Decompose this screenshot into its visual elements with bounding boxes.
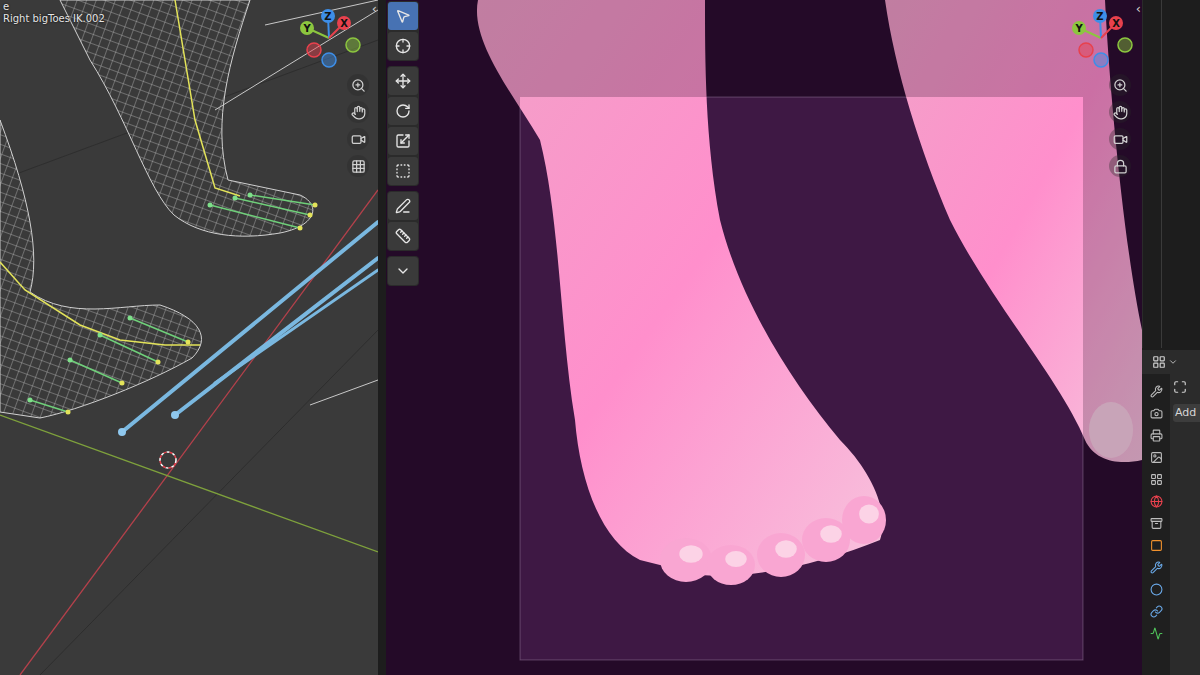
tool-group [387,191,419,251]
negative-axis-icon[interactable] [346,38,360,52]
blender-window: eRight bigToes IK.002‹YZX‹YZXAdd [0,0,1200,675]
add-button[interactable]: Add [1173,404,1200,422]
svg-text:X: X [340,18,348,29]
properties-tabs [1142,374,1170,675]
tool-group [387,256,419,286]
extrude-tool-icon[interactable] [388,257,418,285]
active-bone-name: Right bigToes IK.002 [3,13,105,25]
axis-gizmo[interactable]: Y ZX [1068,4,1140,70]
world-tab-icon[interactable] [1146,492,1166,510]
tool-tab-icon[interactable] [1146,382,1166,400]
hand-icon[interactable] [347,101,369,123]
axis-handle[interactable]: X [337,16,351,30]
transform-icon[interactable] [1173,380,1200,394]
render-tab-icon[interactable] [1146,404,1166,422]
lock-icon[interactable] [1109,155,1131,177]
output-tab-icon[interactable] [1146,426,1166,444]
modifier-tab-icon[interactable] [1146,558,1166,576]
transform-tool-icon[interactable] [388,157,418,185]
constraint-tab-icon[interactable] [1146,602,1166,620]
move-tool-icon[interactable] [388,67,418,95]
svg-text:Z: Z [324,11,331,22]
view-tab-icon[interactable] [1146,448,1166,466]
collection-tab-icon[interactable] [1146,514,1166,532]
properties-header [1142,350,1200,374]
negative-axis-icon[interactable] [307,43,321,57]
axis-handle[interactable]: X [1109,16,1123,30]
svg-text:Y: Y [1074,23,1083,34]
camera-icon[interactable] [1109,128,1131,150]
annotate-tool-icon[interactable] [388,192,418,220]
viewport-mode-text: e [3,1,105,13]
sidebar-toggle[interactable]: ‹ [372,2,377,16]
negative-axis-icon[interactable] [1094,53,1108,67]
navigation-controls [1109,74,1131,177]
svg-text:Z: Z [1096,11,1103,22]
svg-text:X: X [1112,18,1120,29]
right-region: Add [1142,0,1200,675]
properties-panel: Add [1142,348,1200,675]
render-viewport[interactable]: ‹ Y ZX [386,0,1142,675]
svg-text:Y: Y [302,23,311,34]
data-tab-icon[interactable] [1146,624,1166,642]
scene-tab-icon[interactable] [1146,470,1166,488]
negative-axis-icon[interactable] [1079,43,1093,57]
axis-gizmo[interactable]: Y ZX [296,4,368,70]
rendered-scene[interactable] [386,0,1142,675]
object-tab-icon[interactable] [1146,536,1166,554]
navigation-controls [347,74,369,177]
scale-tool-icon[interactable] [388,127,418,155]
physics-tab-icon[interactable] [1146,580,1166,598]
axis-handle[interactable]: Y [300,21,314,35]
camera-icon[interactable] [347,128,369,150]
negative-axis-icon[interactable] [1118,38,1132,52]
hand-icon[interactable] [1109,101,1131,123]
negative-axis-icon[interactable] [322,53,336,67]
zoom-icon[interactable] [1109,74,1131,96]
wireframe-scene[interactable] [0,0,378,675]
rotate-tool-icon[interactable] [388,97,418,125]
zoom-icon[interactable] [347,74,369,96]
dropdown-icon[interactable] [1168,357,1178,367]
axis-handle[interactable]: Y [1072,21,1086,35]
grid-icon[interactable] [347,155,369,177]
axis-handle[interactable]: Z [1093,9,1107,23]
cursor-icon[interactable] [160,452,176,468]
axis-handle[interactable]: Z [321,9,335,23]
outliner[interactable] [1142,0,1200,348]
area-divider[interactable] [378,0,386,675]
sidebar-toggle[interactable]: ‹ [1136,2,1141,16]
cursor-tool-icon[interactable] [388,32,418,60]
properties-content: Add [1170,374,1200,675]
measure-tool-icon[interactable] [388,222,418,250]
viewport-info: eRight bigToes IK.002 [3,1,105,25]
tool-group [387,1,419,61]
toolbar [387,1,419,286]
wireframe-viewport[interactable]: eRight bigToes IK.002 ‹ Y ZX [0,0,378,675]
editor-type-icon[interactable] [1152,355,1166,369]
select-tool-icon[interactable] [388,2,418,30]
tool-group [387,66,419,186]
